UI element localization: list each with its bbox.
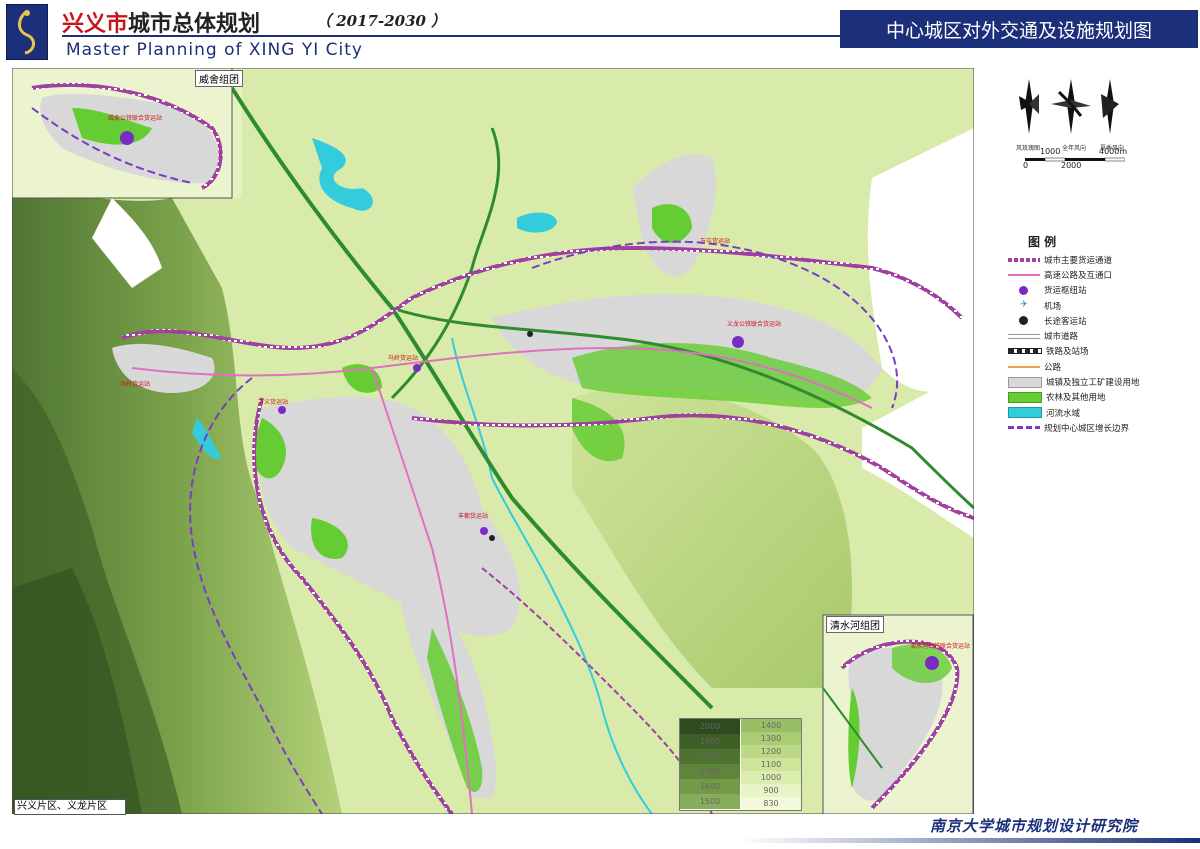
scale-label: 1000 xyxy=(1040,147,1061,156)
wind-rose-annual-icon xyxy=(1051,79,1091,134)
legend-item: 货运枢纽站 xyxy=(1008,283,1193,298)
bus-station-icon xyxy=(1008,316,1040,326)
elevation-cell: 1800 xyxy=(680,749,740,764)
station-label: 万屯货运站 xyxy=(700,237,730,245)
legend-item: 城市主要货运通道 xyxy=(1008,252,1193,267)
legend-title: 图 例 xyxy=(1028,235,1057,249)
elevation-cell: 1300 xyxy=(741,732,801,745)
footer-gradient-bar xyxy=(740,838,1200,843)
elevation-cell: 830 xyxy=(741,797,801,810)
elevation-cell: 900 xyxy=(741,784,801,797)
farm-land-swatch xyxy=(1008,391,1042,403)
elevation-cell: 1000 xyxy=(741,771,801,784)
city-road-swatch xyxy=(1008,333,1040,339)
district-label: 兴义片区、义龙片区 xyxy=(14,799,126,815)
scale-label: 4000m xyxy=(1099,147,1128,156)
station-label: 丰都货运站 xyxy=(458,512,488,520)
highway-swatch xyxy=(1008,365,1040,368)
freight-hub-icon xyxy=(1008,285,1040,295)
plan-years: （ 2017-2030 ） xyxy=(316,12,447,30)
urban-land-swatch xyxy=(1008,376,1042,388)
water-swatch xyxy=(1008,407,1042,419)
legend-item: 长途客运站 xyxy=(1008,313,1193,328)
wind-rose-summer-icon xyxy=(1101,79,1119,134)
scale-label: 0 xyxy=(1023,161,1029,170)
freight-corridor-swatch xyxy=(1008,257,1040,262)
freight-hub-yilong xyxy=(732,336,744,348)
legend-item: 河流水域 xyxy=(1008,405,1193,420)
elevation-cell: 1500 xyxy=(680,794,740,809)
elevation-cell: 2000 xyxy=(680,719,740,734)
elevation-cell: 1200 xyxy=(741,745,801,758)
expressway-swatch xyxy=(1008,273,1040,276)
scale-label: 2000 xyxy=(1061,161,1082,170)
elevation-cell: 1700 xyxy=(680,764,740,779)
legend-item: 规划中心城区增长边界 xyxy=(1008,420,1193,435)
north-arrow-icon xyxy=(1019,79,1039,134)
bus-station xyxy=(527,331,533,337)
institute-credit: 南京大学城市规划设计研究院 xyxy=(930,817,1139,835)
map-title: 中心城区对外交通及设施规划图 xyxy=(840,10,1198,48)
wind-rose-group xyxy=(1015,74,1125,144)
elevation-cell: 1600 xyxy=(680,779,740,794)
header-divider xyxy=(62,35,842,37)
legend-item: ✈ 机场 xyxy=(1008,298,1193,313)
station-label: 清水河公铁联合货运站 xyxy=(910,642,970,650)
freight-hub-maling xyxy=(413,364,421,372)
legend-item: 铁路及站场 xyxy=(1008,344,1193,359)
inset-label-qingshuihe: 清水河组团 xyxy=(826,616,884,633)
legend-item: 高速公路及互通口 xyxy=(1008,267,1193,282)
elevation-cell: 1400 xyxy=(741,719,801,732)
station-label: 万义货运站 xyxy=(258,398,288,406)
airport-icon: ✈ xyxy=(1020,300,1028,311)
english-title: Master Planning of XING YI City xyxy=(66,40,363,60)
plan-title: 兴义市城市总体规划 xyxy=(62,11,261,37)
station-label: 威舍公铁联合货运站 xyxy=(108,114,162,122)
inset-label-weishe: 威舍组团 xyxy=(195,70,243,87)
freight-hub-qingshuihe xyxy=(925,656,939,670)
legend-item: 城市道路 xyxy=(1008,328,1193,343)
elevation-cell: 1900 xyxy=(680,734,740,749)
elevation-legend: 2000 1900 1800 1700 1600 1500 1400 1300 1200 1100… xyxy=(679,718,802,811)
legend-item: 城镇及独立工矿建设用地 xyxy=(1008,374,1193,389)
station-label: 马岭货运站 xyxy=(388,354,418,362)
legend: 城市主要货运通道 高速公路及互通口 货运枢纽站 ✈ 机场 长途客运站 城市道路 … xyxy=(1008,252,1193,436)
railway-swatch xyxy=(1008,348,1042,355)
elevation-cell: 1100 xyxy=(741,758,801,771)
city-logo xyxy=(6,4,48,60)
station-label: 义龙公铁联合货运站 xyxy=(727,320,781,328)
legend-item: 农林及其他用地 xyxy=(1008,390,1193,405)
master-plan-map: 万屯货运站 义龙公铁联合货运站 马岭货运站 丰都货运站 万义货运站 马岭货运站 … xyxy=(12,68,974,814)
header: 兴义市城市总体规划 （ 2017-2030 ） Master Planning … xyxy=(0,0,1200,62)
station-label: 马岭货运站 xyxy=(120,380,150,388)
growth-boundary-swatch xyxy=(1008,426,1040,430)
scale-bar: 1000 4000m 0 2000 xyxy=(1023,147,1128,170)
legend-item: 公路 xyxy=(1008,359,1193,374)
freight-hub-weishe xyxy=(120,131,134,145)
